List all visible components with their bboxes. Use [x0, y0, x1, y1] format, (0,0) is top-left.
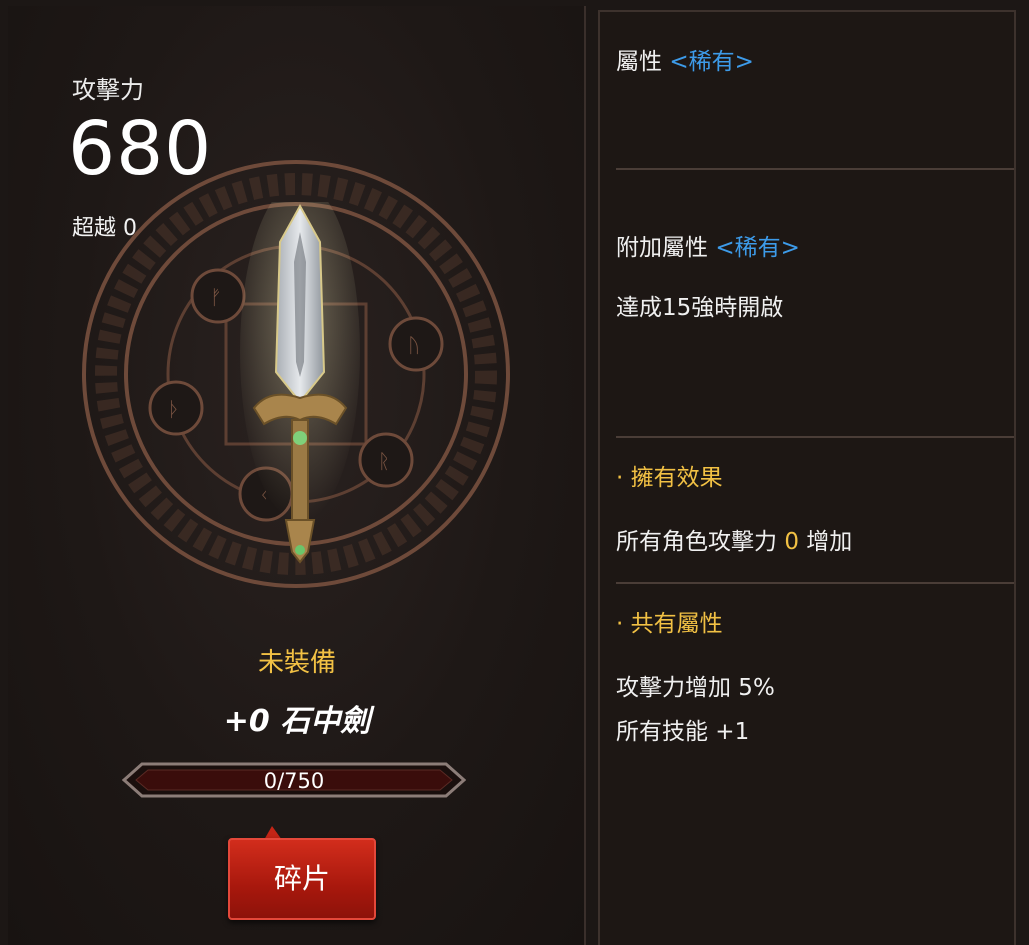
additional-attributes-title: 附加屬性 <稀有> [616, 228, 1014, 262]
attributes-rarity: <稀有> [669, 49, 754, 75]
attributes-title-text: 屬性 [616, 49, 662, 75]
svg-text:ᚢ: ᚢ [408, 333, 420, 357]
divider [616, 168, 1014, 170]
equip-status: 未裝備 [257, 648, 336, 678]
item-name: +0 石中劍 [223, 704, 371, 739]
divider [616, 436, 1014, 438]
shared-attribute-line: 所有技能 +1 [616, 719, 750, 745]
sword-icon [240, 202, 360, 564]
divider [616, 582, 1014, 584]
attributes-section: 屬性 <稀有> [616, 42, 1014, 76]
possession-effect-title: · 擁有效果 [616, 465, 723, 491]
svg-text:ᚦ: ᚦ [168, 397, 180, 421]
shared-attribute-line: 攻擊力增加 5% [616, 675, 775, 701]
possession-effect-prefix: 所有角色攻擊力 [616, 529, 777, 555]
progress-text: 0/750 [263, 769, 325, 793]
additional-attributes-rarity: <稀有> [715, 235, 800, 261]
attribute-panel: 屬性 <稀有> 附加屬性 <稀有> 達成15強時開啟 · 擁有效果 所有角色攻擊… [598, 10, 1016, 945]
possession-effect-line: 所有角色攻擊力 0 增加 [616, 522, 1014, 556]
attributes-title: 屬性 <稀有> [616, 42, 1014, 76]
svg-text:ᚱ: ᚱ [378, 449, 390, 473]
additional-attributes-note: 達成15強時開啟 [616, 295, 784, 321]
possession-effect-value: 0 [784, 529, 799, 555]
shared-attributes-title: · 共有屬性 [616, 611, 723, 637]
item-detail-panel: 攻擊力 ᚠ ᚢ ᚦ ᚱ ᚲ 680 超越 0 未裝備 +0 石中劍 0/750 … [8, 6, 586, 945]
additional-attributes-title-text: 附加屬性 [616, 235, 708, 261]
shared-attributes-section: · 共有屬性 攻擊力增加 5% 所有技能 +1 [616, 604, 1014, 746]
attack-label: 攻擊力 [72, 76, 144, 104]
possession-effect-section: · 擁有效果 所有角色攻擊力 0 增加 [616, 458, 1014, 556]
transcend-level: 超越 0 [72, 216, 137, 241]
svg-text:ᚠ: ᚠ [210, 285, 222, 309]
attack-value: 680 [68, 106, 213, 192]
possession-effect-suffix: 增加 [806, 529, 853, 555]
shard-button[interactable]: 碎片 [228, 838, 376, 920]
additional-attributes-section: 附加屬性 <稀有> 達成15強時開啟 [616, 228, 1014, 322]
